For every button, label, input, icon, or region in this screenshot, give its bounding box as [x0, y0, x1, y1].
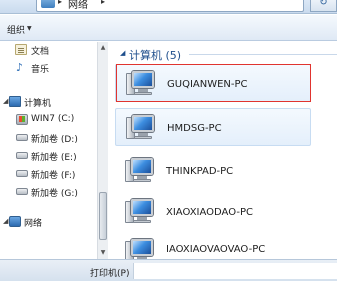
network-icon: [9, 216, 21, 227]
music-icon: ♪: [16, 61, 24, 74]
status-bar: 打印机(P): [0, 259, 337, 281]
nav-item-label: 新加卷 (D:): [31, 135, 78, 145]
windows-drive-icon: [16, 114, 28, 125]
nav-item-music[interactable]: ♪ 音乐: [0, 60, 96, 76]
computer-name: XIAOXIAODAO-PC: [166, 207, 253, 218]
refresh-button[interactable]: ↻: [310, 0, 337, 12]
drive-icon: [16, 152, 28, 159]
group-title: 计算机 (5): [129, 49, 182, 62]
printer-label: 打印机(P): [90, 269, 130, 279]
computer-icon: [125, 156, 155, 186]
nav-item-label: 新加卷 (E:): [31, 153, 77, 163]
organize-button[interactable]: 组织: [7, 23, 25, 36]
nav-item-drive-e[interactable]: 新加卷 (E:): [0, 148, 96, 164]
breadcrumb-chevron-icon[interactable]: ▸: [101, 0, 105, 6]
nav-item-drive-d[interactable]: 新加卷 (D:): [0, 130, 96, 146]
nav-item-drive-f[interactable]: 新加卷 (F:): [0, 166, 96, 182]
document-icon: [15, 44, 27, 55]
red-highlight-box: [116, 64, 311, 102]
drive-icon: [16, 134, 28, 141]
nav-item-label: 音乐: [31, 65, 50, 75]
scroll-thumb[interactable]: [99, 192, 107, 240]
group-header[interactable]: ◢ 计算机 (5): [117, 46, 337, 62]
group-divider: [189, 54, 337, 55]
nav-item-label: WIN7 (C:): [31, 114, 75, 124]
computer-name: THINKPAD-PC: [166, 166, 234, 177]
nav-item-drive-g[interactable]: 新加卷 (G:): [0, 184, 96, 200]
computer-item-xiaoxiaodao[interactable]: XIAOXIAODAO-PC: [115, 193, 311, 231]
computer-name: HMDSG-PC: [167, 123, 222, 134]
address-bar-strip: ▸ 网络 ▸ ▼ ↻: [0, 0, 337, 14]
nav-item-computer[interactable]: ◢ 计算机: [0, 94, 96, 110]
navigation-pane: 文档 ♪ 音乐 ◢ 计算机 WIN7 (C:) 新加卷 (D:) 新加卷 (E:…: [0, 42, 97, 259]
status-field: [133, 263, 337, 279]
computer-item-thinkpad[interactable]: THINKPAD-PC: [115, 152, 311, 190]
nav-item-drive-c[interactable]: WIN7 (C:): [0, 112, 96, 128]
nav-scrollbar[interactable]: ▲ ▼: [97, 42, 108, 259]
content-pane: ◢ 计算机 (5) GUQIANWEN-PC HMDSG-PC THINKPAD…: [109, 42, 337, 263]
computer-item-hmdsg[interactable]: HMDSG-PC: [115, 108, 311, 146]
computer-icon: [9, 96, 21, 107]
computer-icon: [125, 197, 155, 227]
nav-item-network[interactable]: ◢ 网络: [0, 214, 96, 230]
nav-item-label: 网络: [24, 219, 43, 229]
breadcrumb-chevron-icon[interactable]: ▸: [58, 0, 62, 6]
address-bar[interactable]: ▸ 网络 ▸ ▼: [36, 0, 337, 12]
scroll-down-icon[interactable]: ▼: [98, 247, 108, 259]
drive-icon: [16, 170, 28, 177]
computer-icon: [126, 113, 156, 143]
nav-item-label: 文档: [31, 47, 50, 57]
expand-arrow-icon[interactable]: ◢: [3, 217, 8, 225]
network-folder-icon: [41, 0, 55, 8]
nav-item-label: 新加卷 (G:): [31, 189, 78, 199]
nav-item-label: 新加卷 (F:): [31, 171, 76, 181]
drive-icon: [16, 188, 28, 195]
breadcrumb-network[interactable]: 网络: [68, 0, 88, 11]
toolbar: 组织 ▼: [0, 15, 337, 41]
chevron-down-icon[interactable]: ▼: [27, 25, 32, 32]
scroll-up-icon[interactable]: ▲: [98, 42, 108, 54]
expand-arrow-icon[interactable]: ◢: [3, 97, 8, 105]
computer-name: IAOXIAOVAOVAO-PC: [166, 244, 266, 255]
nav-item-label: 计算机: [24, 99, 52, 109]
nav-item-documents[interactable]: 文档: [0, 42, 96, 58]
collapse-arrow-icon[interactable]: ◢: [120, 49, 125, 57]
